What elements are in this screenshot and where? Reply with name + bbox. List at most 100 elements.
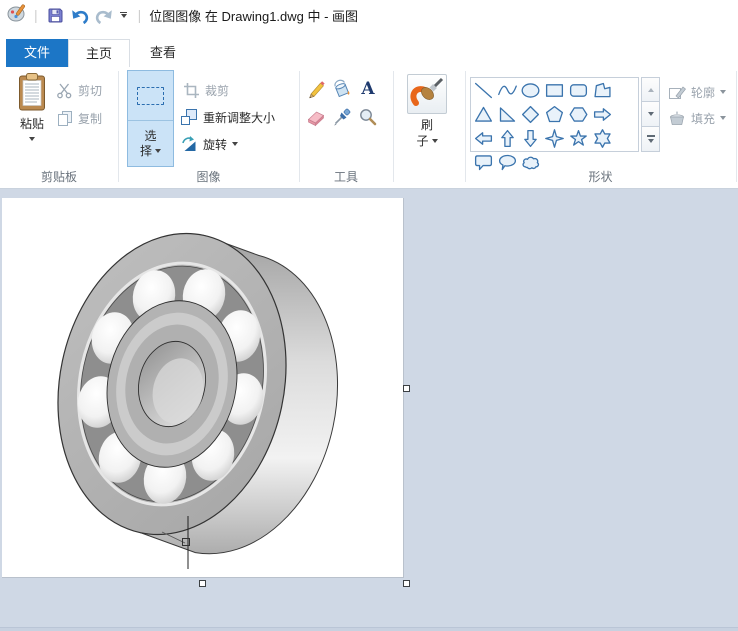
selection-handle-corner[interactable] bbox=[403, 580, 410, 587]
brush-icon-frame bbox=[407, 74, 447, 114]
shape-arrow-left-icon[interactable] bbox=[472, 127, 496, 151]
resize-icon bbox=[180, 108, 198, 126]
outline-button[interactable]: 轮廓 bbox=[666, 80, 728, 104]
section-divider bbox=[118, 71, 119, 182]
chevron-down-icon bbox=[155, 149, 161, 153]
fill-tool-button[interactable] bbox=[330, 77, 354, 101]
ball-bearing-image bbox=[2, 198, 404, 578]
shape-line-icon[interactable] bbox=[472, 79, 496, 103]
resize-label: 重新调整大小 bbox=[203, 109, 275, 126]
cut-label: 剪切 bbox=[78, 82, 102, 99]
eraser-tool-button[interactable] bbox=[304, 105, 328, 129]
select-button[interactable]: 选 择 bbox=[127, 70, 174, 167]
pencil-icon bbox=[306, 79, 326, 99]
tab-home[interactable]: 主页 bbox=[68, 39, 130, 67]
selection-rectangle-icon bbox=[137, 87, 164, 105]
shape-triangle-icon[interactable] bbox=[472, 103, 496, 127]
shape-star-5-icon[interactable] bbox=[567, 127, 591, 151]
shape-fill-label: 填充 bbox=[691, 110, 715, 127]
ribbon: 粘贴 剪切 复制 剪贴板 选 bbox=[0, 67, 738, 189]
app-logo-icon bbox=[7, 3, 28, 28]
shapes-gallery bbox=[470, 77, 639, 152]
qat-more-bar bbox=[120, 12, 127, 13]
redo-icon bbox=[94, 7, 114, 24]
tab-view[interactable]: 查看 bbox=[130, 39, 196, 67]
rotate-button[interactable]: 旋转 bbox=[178, 132, 240, 156]
section-divider bbox=[299, 71, 300, 182]
selection-handle-bottom[interactable] bbox=[199, 580, 206, 587]
qat-redo-button[interactable] bbox=[92, 4, 116, 26]
chevron-down-icon bbox=[720, 90, 726, 94]
qat-more-button[interactable] bbox=[116, 4, 132, 26]
shape-oval-icon[interactable] bbox=[519, 79, 543, 103]
qat-undo-button[interactable] bbox=[68, 4, 92, 26]
magnifier-tool-button[interactable] bbox=[356, 105, 380, 129]
tools-section-label: 工具 bbox=[299, 168, 393, 185]
tab-file[interactable]: 文件 bbox=[6, 39, 68, 67]
paint-canvas[interactable] bbox=[2, 198, 404, 578]
chevron-down-icon bbox=[432, 139, 438, 143]
shape-star-4-icon[interactable] bbox=[543, 127, 567, 151]
triangle-down-icon bbox=[648, 139, 654, 143]
shapes-scroll-up-button[interactable] bbox=[641, 77, 660, 102]
shape-fill-icon bbox=[668, 109, 686, 127]
select-label-line1: 选 bbox=[144, 129, 156, 144]
copy-button[interactable]: 复制 bbox=[54, 106, 104, 130]
crop-icon bbox=[183, 82, 200, 99]
select-label-line2: 择 bbox=[140, 144, 152, 159]
brush-label-line2: 子 bbox=[416, 133, 428, 149]
shape-arrow-right-icon[interactable] bbox=[590, 103, 614, 127]
shapes-scroll-down-button[interactable] bbox=[641, 102, 660, 127]
shape-rectangle-icon[interactable] bbox=[543, 79, 567, 103]
window-title: 位图图像 在 Drawing1.dwg 中 - 画图 bbox=[149, 6, 358, 25]
shape-hexagon-icon[interactable] bbox=[567, 103, 591, 127]
section-divider bbox=[393, 71, 394, 182]
text-tool-button[interactable]: A bbox=[356, 77, 380, 101]
brush-button[interactable]: 刷 子 bbox=[403, 74, 451, 170]
shape-right-triangle-icon[interactable] bbox=[495, 103, 519, 127]
shape-curve-icon[interactable] bbox=[495, 79, 519, 103]
save-icon bbox=[47, 7, 64, 24]
copy-label: 复制 bbox=[78, 110, 102, 127]
titlebar-separator: | bbox=[34, 7, 38, 23]
triangle-up-icon bbox=[648, 88, 654, 92]
shape-star-6-icon[interactable] bbox=[590, 127, 614, 151]
qat-save-button[interactable] bbox=[44, 4, 68, 26]
select-button-bottom[interactable]: 选 择 bbox=[128, 121, 173, 166]
section-divider bbox=[465, 71, 466, 182]
chevron-down-icon bbox=[29, 137, 35, 141]
text-tool-icon: A bbox=[361, 79, 374, 99]
shape-diamond-icon[interactable] bbox=[519, 103, 543, 127]
resize-button[interactable]: 重新调整大小 bbox=[178, 105, 277, 129]
shape-arrow-up-icon[interactable] bbox=[495, 127, 519, 151]
shape-fill-button[interactable]: 填充 bbox=[666, 106, 728, 130]
expand-bar-icon bbox=[647, 135, 655, 137]
outline-label: 轮廓 bbox=[691, 84, 715, 101]
shape-rounded-rectangle-icon[interactable] bbox=[567, 79, 591, 103]
rotate-icon bbox=[180, 135, 198, 153]
color-picker-tool-button[interactable] bbox=[330, 105, 354, 129]
shapes-gallery-expand-button[interactable] bbox=[641, 127, 660, 152]
titlebar-separator: | bbox=[138, 7, 142, 23]
title-bar: | | 位图图像 在 Drawing1.dwg bbox=[0, 0, 738, 30]
rotate-label: 旋转 bbox=[203, 136, 227, 153]
pencil-tool-button[interactable] bbox=[304, 77, 328, 101]
cut-button[interactable]: 剪切 bbox=[54, 78, 104, 102]
brush-label-line1: 刷 bbox=[421, 118, 433, 132]
copy-icon bbox=[56, 110, 73, 127]
shape-pentagon-icon[interactable] bbox=[543, 103, 567, 127]
paste-button[interactable]: 粘贴 bbox=[8, 72, 56, 166]
select-button-top[interactable] bbox=[128, 71, 173, 121]
magnifier-icon bbox=[358, 107, 378, 127]
shape-polygon-icon[interactable] bbox=[590, 79, 614, 103]
selection-handle-right[interactable] bbox=[403, 385, 410, 392]
image-section-label: 图像 bbox=[118, 168, 299, 185]
section-divider bbox=[736, 71, 737, 182]
brush-icon bbox=[409, 76, 445, 112]
crop-button[interactable]: 裁剪 bbox=[181, 78, 231, 102]
triangle-down-icon bbox=[648, 112, 654, 116]
eraser-icon bbox=[306, 107, 326, 127]
status-bar-edge bbox=[0, 627, 738, 631]
shape-arrow-down-icon[interactable] bbox=[519, 127, 543, 151]
fill-bucket-icon bbox=[332, 79, 352, 99]
